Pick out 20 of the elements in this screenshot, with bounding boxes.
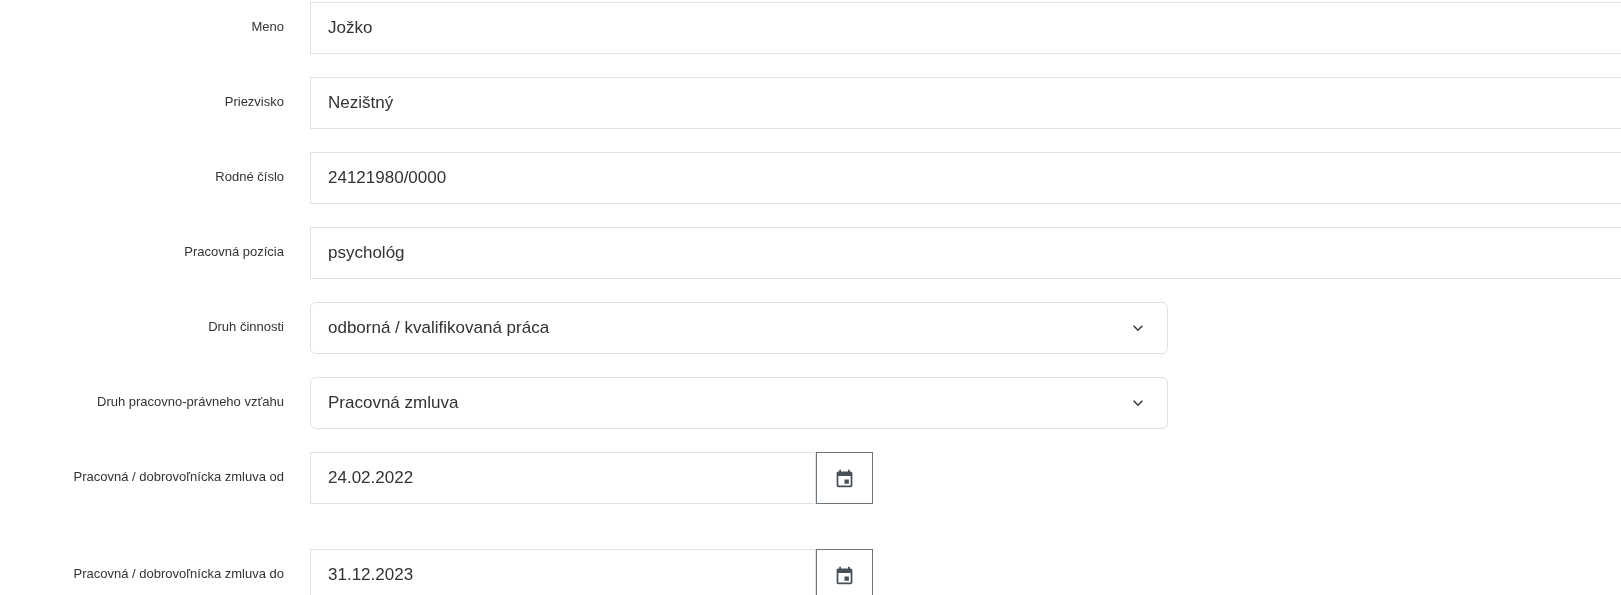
date-field[interactable]: 31.12.2023	[310, 549, 816, 595]
dropdown-field[interactable]: Pracovná zmluva	[310, 377, 1168, 429]
field-label: Druh činnosti	[207, 318, 285, 334]
field-label: Meno	[250, 18, 285, 34]
field-label: Druh pracovno-právneho vzťahu	[96, 393, 285, 409]
calendar-icon	[834, 467, 855, 489]
text-field[interactable]: Nezištný	[310, 77, 1621, 129]
field-label: Rodné číslo	[214, 168, 285, 184]
field-label: Priezvisko	[223, 93, 285, 109]
date-field[interactable]: 24.02.2022	[310, 452, 816, 504]
field-label: Pracovná / dobrovoľnícka zmluva od	[72, 468, 285, 484]
calendar-button[interactable]	[816, 549, 873, 595]
text-field[interactable]: 24121980/0000	[310, 152, 1621, 204]
calendar-icon	[834, 564, 855, 586]
field-label: Pracovná / dobrovoľnícka zmluva do	[72, 565, 285, 581]
field-label: Pracovná pozícia	[183, 243, 285, 259]
text-field[interactable]: psychológ	[310, 227, 1621, 279]
text-field[interactable]: Jožko	[310, 2, 1621, 54]
calendar-button[interactable]	[816, 452, 873, 504]
dropdown-field[interactable]: odborná / kvalifikovaná práca	[310, 302, 1168, 354]
